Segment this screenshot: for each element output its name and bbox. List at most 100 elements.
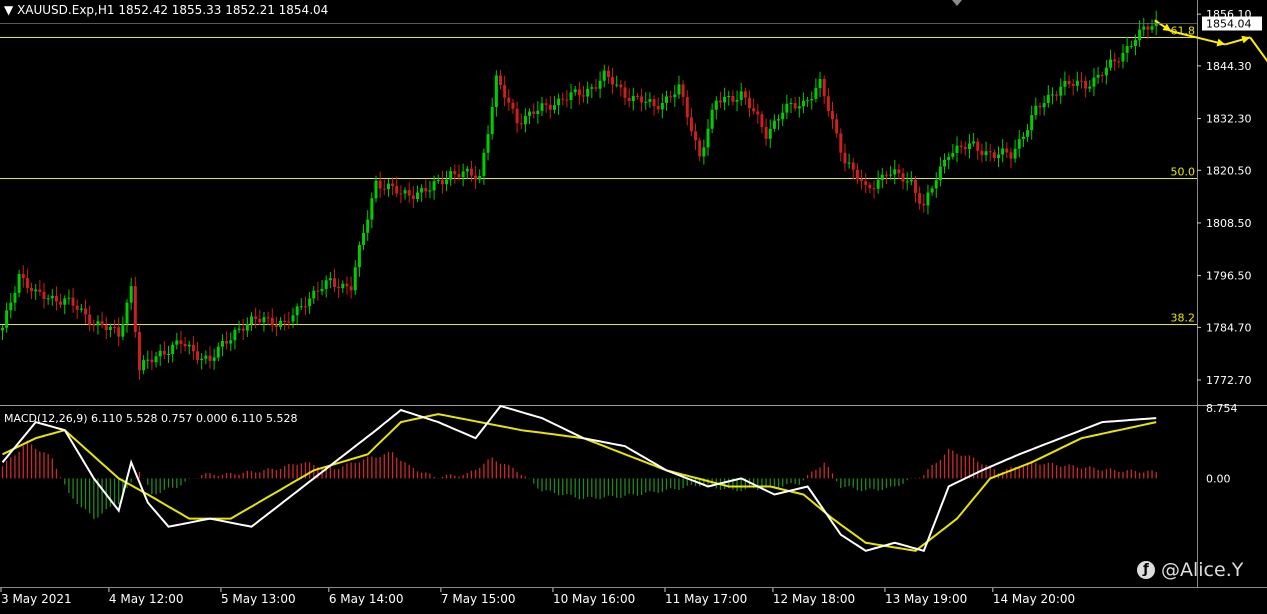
- price-tick-label: 1772.70: [1206, 374, 1252, 387]
- candle: [656, 97, 660, 114]
- candle: [640, 88, 644, 112]
- candle: [432, 175, 436, 200]
- candle: [25, 268, 29, 294]
- candle: [511, 98, 515, 114]
- candle: [324, 275, 328, 298]
- candle: [428, 181, 432, 199]
- chart-shift-marker[interactable]: [952, 0, 962, 6]
- candle: [702, 139, 706, 165]
- candle: [50, 288, 54, 306]
- candle: [366, 210, 370, 241]
- candle: [312, 286, 316, 305]
- triangle-down-icon[interactable]: ▼: [4, 3, 13, 17]
- candle: [814, 78, 818, 103]
- time-axis[interactable]: 3 May 2021 4 May 12:00 5 May 13:00 6 May 14…: [0, 588, 1075, 606]
- candle: [399, 185, 403, 204]
- candle: [461, 163, 465, 187]
- price-axis[interactable]: 1856.101844.301832.301820.501808.501796.…: [1197, 8, 1252, 387]
- candle: [503, 75, 507, 107]
- candle: [440, 170, 444, 194]
- candle: [299, 298, 303, 311]
- watermark-text: @Alice.Y: [1161, 559, 1244, 581]
- candle: [96, 315, 100, 335]
- candle: [21, 265, 25, 288]
- candle: [552, 96, 556, 114]
- candle: [1059, 78, 1063, 104]
- candle: [274, 316, 278, 337]
- candle: [208, 346, 212, 369]
- candle: [84, 299, 87, 324]
- candle: [1013, 139, 1017, 163]
- candle: [250, 312, 253, 332]
- candle: [71, 288, 75, 313]
- candle: [353, 259, 357, 295]
- candle: [316, 281, 320, 301]
- trading-chart[interactable]: 61.8 50.0 38.2 1856.10 1844.30 1832.30 1820.50…: [0, 0, 1267, 610]
- candle: [943, 153, 947, 174]
- watermark: ƒ @Alice.Y: [1137, 559, 1243, 581]
- macd-histogram: [1, 440, 1157, 520]
- candle: [1150, 19, 1154, 33]
- candle: [835, 113, 839, 138]
- candle: [644, 92, 648, 110]
- candle: [930, 185, 934, 196]
- candle: [1021, 131, 1025, 148]
- candle: [540, 97, 544, 116]
- candle: [1109, 49, 1113, 71]
- candle: [515, 101, 519, 133]
- candle: [1026, 123, 1030, 142]
- time-tick-label: 10 May 16:00: [553, 592, 635, 606]
- candle: [38, 280, 42, 296]
- candle: [536, 101, 540, 124]
- time-tick-label: 3 May 2021: [1, 592, 72, 606]
- candle: [577, 81, 581, 105]
- candle: [876, 170, 880, 194]
- candle: [801, 92, 805, 114]
- candle: [13, 286, 17, 312]
- candle: [1092, 68, 1096, 97]
- candle: [901, 167, 905, 190]
- candle: [121, 316, 125, 341]
- candle: [1046, 85, 1050, 108]
- time-tick-label: 4 May 12:00: [109, 592, 184, 606]
- candle: [92, 319, 96, 332]
- candle: [893, 160, 897, 185]
- chart-canvas[interactable]: 61.850.038.21856.101844.301832.301820.50…: [0, 0, 1267, 610]
- candle: [710, 103, 714, 134]
- candle: [1042, 95, 1046, 116]
- time-tick-label: 12 May 18:00: [773, 592, 855, 606]
- candle: [1, 325, 4, 341]
- candle: [179, 330, 183, 354]
- candle: [220, 334, 224, 357]
- candle: [847, 153, 851, 169]
- price-tick-label: 1820.50: [1206, 164, 1252, 177]
- candle: [1125, 36, 1129, 63]
- candle: [465, 165, 469, 179]
- candle: [395, 176, 399, 198]
- candle: [196, 341, 200, 365]
- candle: [54, 286, 58, 311]
- candle: [499, 69, 502, 90]
- candle: [241, 318, 245, 340]
- candle: [270, 308, 274, 332]
- candle: [46, 294, 50, 305]
- candle: [216, 342, 220, 362]
- candle: [320, 279, 324, 296]
- candle: [262, 311, 266, 332]
- candle: [851, 158, 855, 180]
- candle: [586, 81, 590, 104]
- candle: [565, 90, 569, 108]
- candle: [855, 163, 859, 184]
- candle: [519, 113, 523, 130]
- candle: [416, 185, 419, 203]
- candle: [1096, 66, 1100, 84]
- candle: [706, 119, 710, 156]
- candle: [785, 94, 789, 120]
- candle: [42, 283, 46, 309]
- candle: [146, 350, 150, 369]
- candle: [947, 152, 951, 170]
- candle: [171, 341, 175, 363]
- price-tick-label: 1796.50: [1206, 270, 1252, 283]
- candle: [631, 87, 635, 111]
- candle: [420, 184, 424, 202]
